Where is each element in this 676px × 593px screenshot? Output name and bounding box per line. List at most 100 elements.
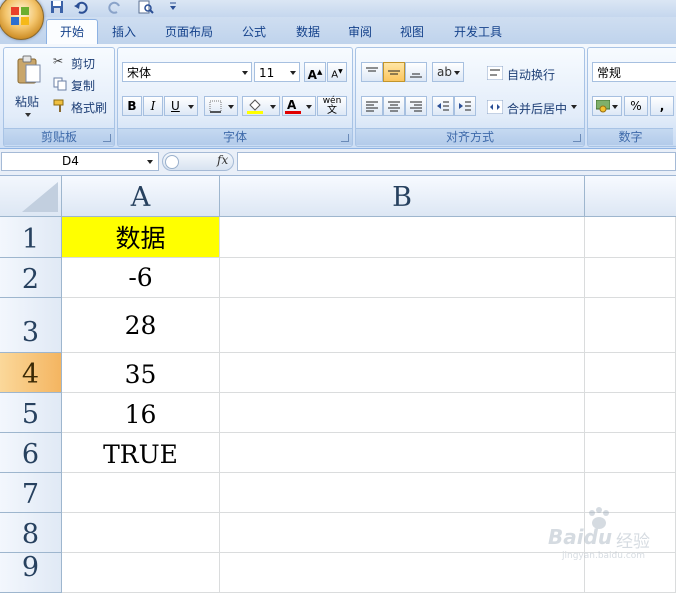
comma-button[interactable]: ,: [650, 96, 674, 116]
cell-c1[interactable]: [585, 217, 676, 258]
cell-b4[interactable]: [220, 353, 585, 393]
cell-c3[interactable]: [585, 298, 676, 353]
align-top-button[interactable]: [361, 62, 383, 82]
column-header-a[interactable]: A: [62, 176, 220, 217]
cell-b2[interactable]: [220, 258, 585, 298]
cut-button[interactable]: ✂ 剪切: [50, 52, 110, 72]
bold-button[interactable]: B: [122, 96, 142, 116]
accounting-format-button[interactable]: [592, 96, 622, 116]
paste-button[interactable]: 粘贴: [9, 50, 47, 126]
cell-a7[interactable]: [62, 473, 220, 513]
cell-a6[interactable]: TRUE: [62, 433, 220, 473]
fill-color-button[interactable]: [242, 96, 280, 116]
row-header-7[interactable]: 7: [0, 473, 62, 513]
copy-label: 复制: [71, 79, 96, 93]
italic-button[interactable]: I: [143, 96, 163, 116]
wrap-text-button[interactable]: 自动换行: [484, 62, 582, 84]
grow-font-button[interactable]: A▲: [304, 62, 326, 82]
align-bottom-button[interactable]: [405, 62, 427, 82]
tab-review[interactable]: 审阅: [338, 21, 382, 43]
cell-b1[interactable]: [220, 217, 585, 258]
merge-center-icon: [487, 100, 503, 114]
column-header-b[interactable]: B: [220, 176, 585, 217]
row-header-5[interactable]: 5: [0, 393, 62, 433]
row-header-9[interactable]: 9: [0, 553, 62, 593]
orientation-icon: ab: [437, 65, 452, 79]
print-preview-icon[interactable]: [138, 0, 154, 15]
align-left-icon: [366, 101, 378, 112]
merge-center-button[interactable]: 合并后居中: [484, 96, 582, 118]
copy-button[interactable]: 复制: [50, 74, 110, 94]
select-all-button[interactable]: [0, 176, 62, 217]
underline-button[interactable]: U: [164, 96, 198, 116]
cell-c4[interactable]: [585, 353, 676, 393]
number-format-select[interactable]: 常规: [592, 62, 676, 82]
font-color-button[interactable]: A: [282, 96, 316, 116]
cell-a4[interactable]: 35: [62, 353, 220, 393]
tab-home[interactable]: 开始: [46, 19, 98, 45]
alignment-launcher-icon[interactable]: [573, 134, 581, 142]
shrink-font-button[interactable]: A▼: [327, 62, 347, 82]
orientation-button[interactable]: ab: [432, 62, 464, 82]
insert-function-button[interactable]: fx: [217, 153, 228, 167]
phonetic-button[interactable]: wén 文: [317, 96, 347, 116]
tab-developer[interactable]: 开发工具: [446, 21, 510, 43]
format-painter-button[interactable]: 格式刷: [50, 96, 114, 116]
borders-button[interactable]: [204, 96, 238, 116]
font-name-select[interactable]: 宋体: [122, 62, 252, 82]
tab-data[interactable]: 数据: [286, 21, 330, 43]
cell-b9[interactable]: [220, 553, 585, 593]
percent-button[interactable]: %: [624, 96, 648, 116]
cell-c6[interactable]: [585, 433, 676, 473]
cell-a5[interactable]: 16: [62, 393, 220, 433]
cell-c2[interactable]: [585, 258, 676, 298]
formula-bar-controls: fx: [162, 152, 234, 171]
align-left-button[interactable]: [361, 96, 383, 116]
name-box-dropdown-icon[interactable]: [147, 160, 153, 164]
decrease-indent-button[interactable]: [432, 96, 454, 116]
name-box-value: D4: [62, 154, 79, 168]
row-header-6[interactable]: 6: [0, 433, 62, 473]
cell-b6[interactable]: [220, 433, 585, 473]
cell-a1[interactable]: 数据: [62, 217, 220, 258]
customize-qa-icon[interactable]: [168, 0, 182, 15]
redo-icon[interactable]: [108, 0, 122, 15]
tab-page-layout[interactable]: 页面布局: [156, 21, 222, 43]
tab-formulas[interactable]: 公式: [232, 21, 276, 43]
formula-input[interactable]: [237, 152, 676, 171]
name-box[interactable]: D4: [1, 152, 159, 171]
clipboard-group: 粘贴 ✂ 剪切 复制 格式刷 剪贴板: [3, 47, 115, 147]
cell-a2[interactable]: -6: [62, 258, 220, 298]
row-header-4[interactable]: 4: [0, 353, 62, 393]
grow-font-label: A: [307, 68, 317, 82]
align-center-button[interactable]: [383, 96, 405, 116]
increase-indent-button[interactable]: [454, 96, 476, 116]
align-right-button[interactable]: [405, 96, 427, 116]
cell-a8[interactable]: [62, 513, 220, 553]
cell-b5[interactable]: [220, 393, 585, 433]
cell-a9[interactable]: [62, 553, 220, 593]
expand-handle-icon[interactable]: [165, 155, 179, 169]
font-name-value: 宋体: [127, 66, 152, 80]
row-header-3[interactable]: 3: [0, 298, 62, 353]
tab-view[interactable]: 视图: [390, 21, 434, 43]
tab-insert[interactable]: 插入: [102, 21, 146, 43]
clipboard-launcher-icon[interactable]: [103, 134, 111, 142]
cell-c5[interactable]: [585, 393, 676, 433]
cell-a3[interactable]: 28: [62, 298, 220, 353]
row-header-8[interactable]: 8: [0, 513, 62, 553]
undo-icon[interactable]: [74, 0, 88, 15]
align-middle-button[interactable]: [383, 62, 405, 82]
column-header-c[interactable]: [585, 176, 676, 217]
font-launcher-icon[interactable]: [341, 134, 349, 142]
font-group-label: 字体: [118, 128, 352, 145]
cell-b8[interactable]: [220, 513, 585, 553]
row-header-2[interactable]: 2: [0, 258, 62, 298]
row-header-1[interactable]: 1: [0, 217, 62, 258]
cell-b3[interactable]: [220, 298, 585, 353]
cell-b7[interactable]: [220, 473, 585, 513]
font-size-select[interactable]: 11: [254, 62, 300, 82]
font-color-swatch: [285, 111, 301, 114]
save-icon[interactable]: [50, 0, 64, 15]
font-size-value: 11: [259, 66, 275, 80]
